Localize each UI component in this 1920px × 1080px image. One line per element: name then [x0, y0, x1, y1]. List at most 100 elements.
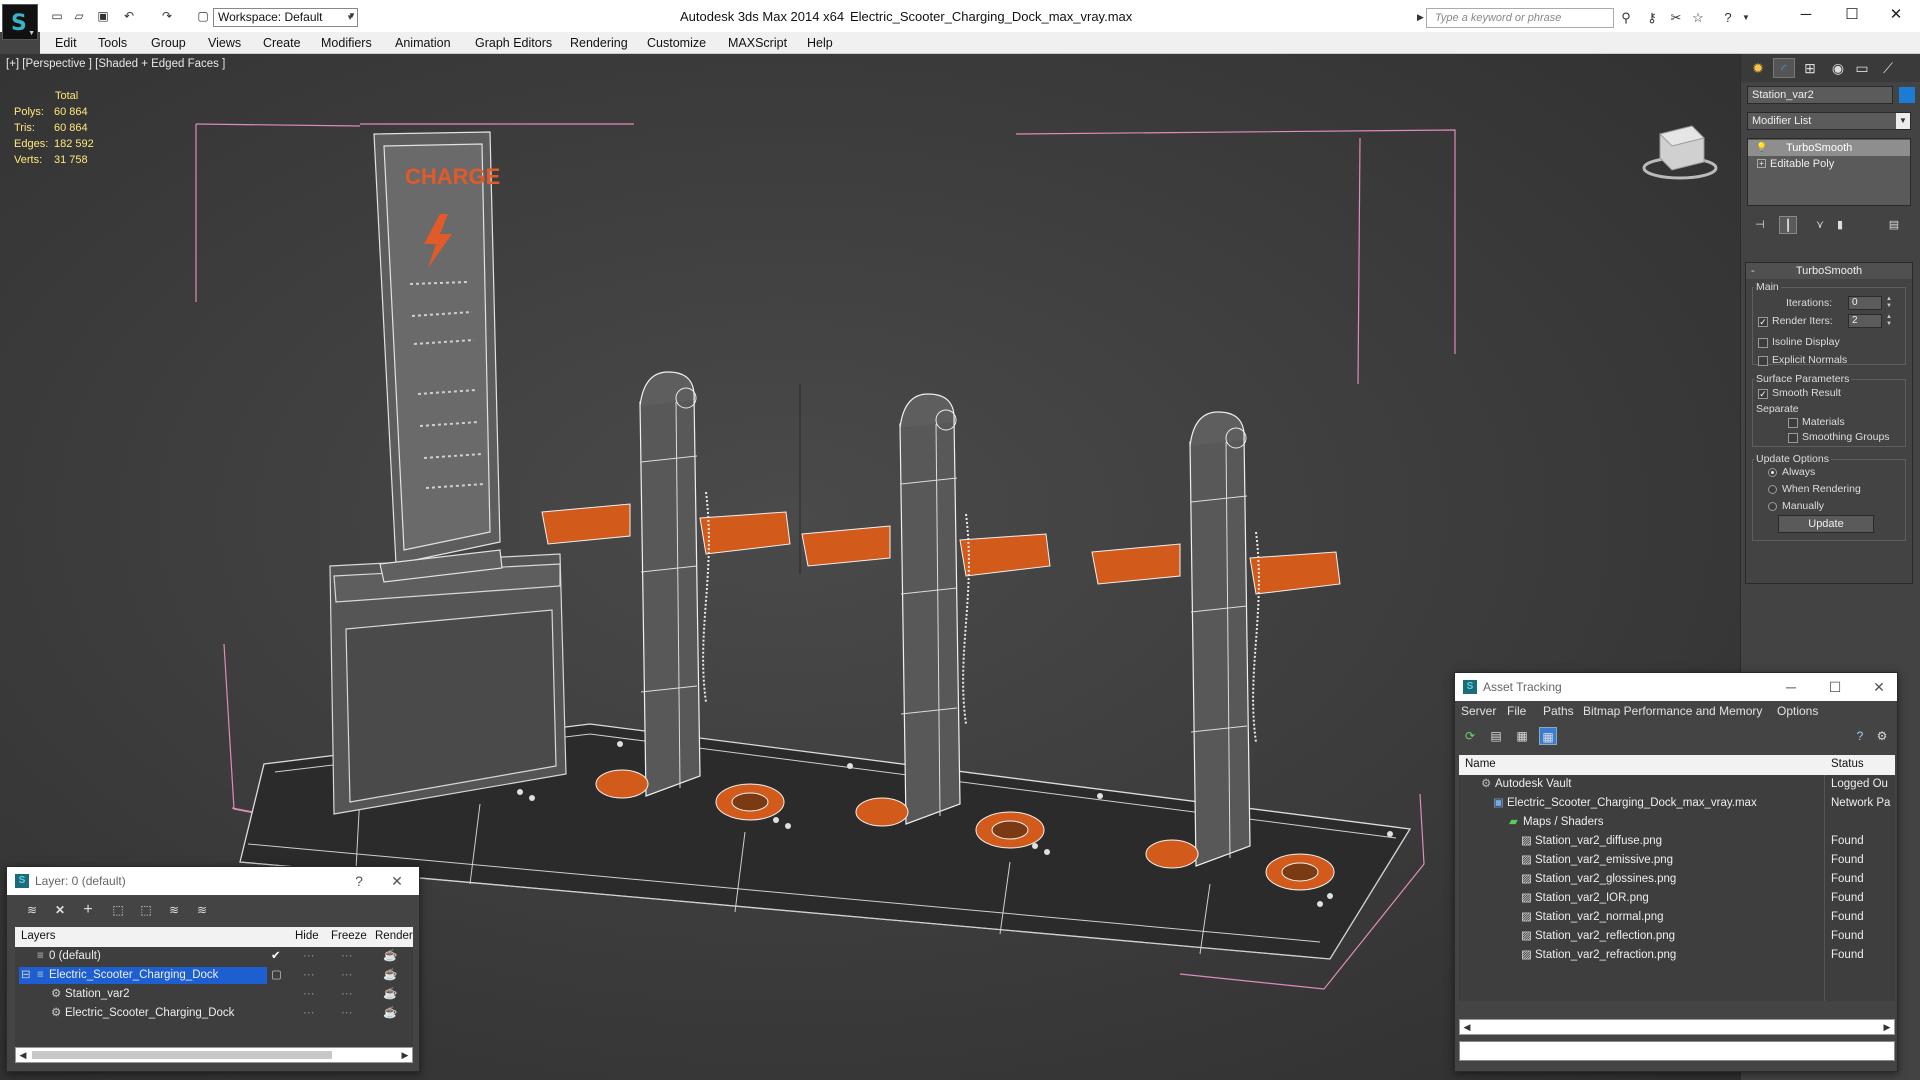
favorites-star-icon[interactable]: ☆ [1690, 10, 1706, 26]
viewport-label[interactable]: [+] [Perspective ] [Shaded + Edged Faces… [6, 58, 225, 70]
help-icon[interactable]: ? [1720, 10, 1736, 26]
spinner-arrows-icon[interactable]: ▲ ▼ [1886, 314, 1892, 328]
update-button[interactable]: Update [1778, 515, 1874, 533]
maximize-icon[interactable]: ☐ [1832, 4, 1872, 26]
smoothing-groups-checkbox[interactable] [1788, 433, 1798, 443]
table-view-icon[interactable]: ▦ [1539, 727, 1557, 745]
scroll-left-icon[interactable]: ◀ [1460, 1020, 1474, 1034]
layer-row[interactable]: ⚙ Station_var2 ⋯ ⋯ ☕ [15, 985, 413, 1004]
asset-row[interactable]: ▨ Station_var2_IOR.png Found [1459, 889, 1895, 908]
asset-row[interactable]: ▨ Station_var2_emissive.png Found [1459, 851, 1895, 870]
asset-row[interactable]: ▨ Station_var2_glossines.png Found [1459, 870, 1895, 889]
minimize-icon[interactable]: ─ [1777, 673, 1805, 701]
asset-row[interactable]: ▨ Station_var2_refraction.png Found [1459, 946, 1895, 965]
scroll-right-icon[interactable]: ▶ [398, 1048, 412, 1062]
asset-row[interactable]: ▣ Electric_Scooter_Charging_Dock_max_vray… [1459, 794, 1895, 813]
scrollbar-thumb[interactable] [32, 1051, 332, 1059]
rollout-title[interactable]: - TurboSmooth [1746, 263, 1912, 279]
make-unique-icon[interactable]: ⋎ [1811, 216, 1829, 234]
asset-row[interactable]: ⚙ Autodesk Vault Logged Ou [1459, 775, 1895, 794]
when-rendering-radio[interactable] [1768, 485, 1777, 494]
menu-modifiers[interactable]: Modifiers [321, 36, 372, 50]
asset-path-field[interactable] [1459, 1041, 1895, 1061]
current-layer-box-icon[interactable]: ▢ [271, 966, 282, 985]
menu-graph-editors[interactable]: Graph Editors [475, 36, 552, 50]
render-iters-spinner[interactable]: 2 ▲ ▼ [1848, 314, 1892, 328]
expand-plus-icon[interactable]: + [1757, 159, 1766, 168]
redo-icon[interactable]: ↷ [160, 9, 174, 23]
configure-modifier-sets-icon[interactable]: ▤ [1885, 216, 1903, 234]
menu-animation[interactable]: Animation [395, 36, 451, 50]
object-color-swatch[interactable] [1899, 87, 1915, 103]
col-freeze[interactable]: Freeze [331, 930, 367, 942]
create-tab-icon[interactable]: ✹ [1747, 58, 1769, 78]
current-layer-check-icon[interactable]: ✔ [271, 947, 281, 966]
col-status[interactable]: Status [1831, 758, 1864, 770]
isoline-display-checkbox[interactable] [1758, 338, 1768, 348]
layer-manager-icon[interactable]: ≋ [23, 901, 41, 919]
remove-modifier-icon[interactable]: ▮ [1831, 216, 1849, 234]
scroll-right-icon[interactable]: ▶ [1880, 1020, 1894, 1034]
asset-row[interactable]: ▰ Maps / Shaders [1459, 813, 1895, 832]
col-layers[interactable]: Layers [21, 930, 56, 942]
layer-row[interactable]: ≡ 0 (default) ✔ ⋯ ⋯ ☕ [15, 947, 413, 966]
select-objects-icon[interactable]: ⬚ [109, 901, 127, 919]
iterations-spinner[interactable]: 0 ▲ ▼ [1848, 296, 1892, 310]
search-input[interactable]: Type a keyword or phrase [1426, 8, 1614, 28]
hide-toggle-icon[interactable]: ⋯ [303, 966, 315, 985]
close-icon[interactable]: ✕ [1876, 4, 1916, 26]
hierarchy-tab-icon[interactable]: ⊞ [1799, 58, 1821, 78]
col-render[interactable]: Render [375, 930, 413, 942]
pin-stack-icon[interactable]: ⊣ [1751, 216, 1769, 234]
freeze-toggle-icon[interactable]: ⋯ [341, 985, 353, 1004]
collapse-icon[interactable]: ⊟ [21, 966, 31, 985]
stack-item-turbosmooth[interactable]: 💡 TurboSmooth [1748, 140, 1910, 156]
help-dropdown-icon[interactable]: ▼ [1738, 10, 1754, 26]
close-icon[interactable]: ✕ [1865, 673, 1893, 701]
search-expand-icon[interactable]: ▶ [1417, 12, 1424, 23]
render-teapot-icon[interactable]: ☕ [383, 1004, 397, 1023]
scroll-left-icon[interactable]: ◀ [16, 1048, 30, 1062]
help-icon[interactable]: ? [1851, 727, 1869, 745]
refresh-icon[interactable]: ⟳ [1461, 727, 1479, 745]
project-folder-icon[interactable]: ▢ [196, 9, 210, 23]
menu-server[interactable]: Server [1461, 704, 1496, 718]
select-layer-icon[interactable]: ⬚ [137, 901, 155, 919]
infocenter-binoculars-icon[interactable]: ⚲ [1618, 10, 1634, 26]
menu-maxscript[interactable]: MAXScript [728, 36, 787, 50]
menu-create[interactable]: Create [263, 36, 301, 50]
thumbnail-view-icon[interactable]: ▦ [1513, 727, 1531, 745]
render-teapot-icon[interactable]: ☕ [383, 947, 397, 966]
menu-edit[interactable]: Edit [55, 36, 77, 50]
layer-row[interactable]: ⚙ Electric_Scooter_Charging_Dock ⋯ ⋯ ☕ [15, 1004, 413, 1023]
asset-row[interactable]: ▨ Station_var2_reflection.png Found [1459, 927, 1895, 946]
hide-toggle-icon[interactable]: ⋯ [303, 1004, 315, 1023]
help-icon[interactable]: ? [345, 867, 373, 895]
window-title-bar[interactable]: S Layer: 0 (default) ? ✕ [7, 867, 419, 895]
layer-row[interactable]: ⊟ ≡ Electric_Scooter_Charging_Dock ▢ ⋯ ⋯… [15, 966, 413, 985]
asset-row[interactable]: ▨ Station_var2_diffuse.png Found [1459, 832, 1895, 851]
col-hide[interactable]: Hide [295, 930, 319, 942]
modify-tab-icon[interactable]: ◜ [1773, 58, 1795, 78]
render-teapot-icon[interactable]: ☕ [383, 966, 397, 985]
display-tab-icon[interactable]: ▭ [1851, 58, 1873, 78]
layer-properties-icon[interactable]: ≋ [165, 901, 183, 919]
menu-rendering[interactable]: Rendering [570, 36, 628, 50]
view-cube-icon[interactable] [1642, 125, 1718, 180]
freeze-toggle-icon[interactable]: ⋯ [341, 947, 353, 966]
app-menu-button[interactable]: S ▼ [2, 4, 38, 40]
menu-group[interactable]: Group [151, 36, 186, 50]
manually-radio[interactable] [1768, 502, 1777, 511]
menu-options[interactable]: Options [1777, 704, 1818, 718]
menu-tools[interactable]: Tools [98, 36, 127, 50]
asset-row[interactable]: ▨ Station_var2_normal.png Found [1459, 908, 1895, 927]
freeze-toggle-icon[interactable]: ⋯ [341, 966, 353, 985]
freeze-toggle-icon[interactable]: ⋯ [341, 1004, 353, 1023]
always-radio[interactable] [1768, 468, 1777, 477]
close-icon[interactable]: ✕ [383, 867, 411, 895]
modifier-list-dropdown[interactable]: Modifier List ▼ [1747, 112, 1911, 130]
open-file-icon[interactable]: ▱ [72, 9, 86, 23]
menu-bitmap-performance[interactable]: Bitmap Performance and Memory [1583, 704, 1762, 718]
show-end-result-icon[interactable]: ┃ [1779, 216, 1797, 234]
horizontal-scrollbar[interactable]: ◀ ▶ [1459, 1019, 1895, 1035]
